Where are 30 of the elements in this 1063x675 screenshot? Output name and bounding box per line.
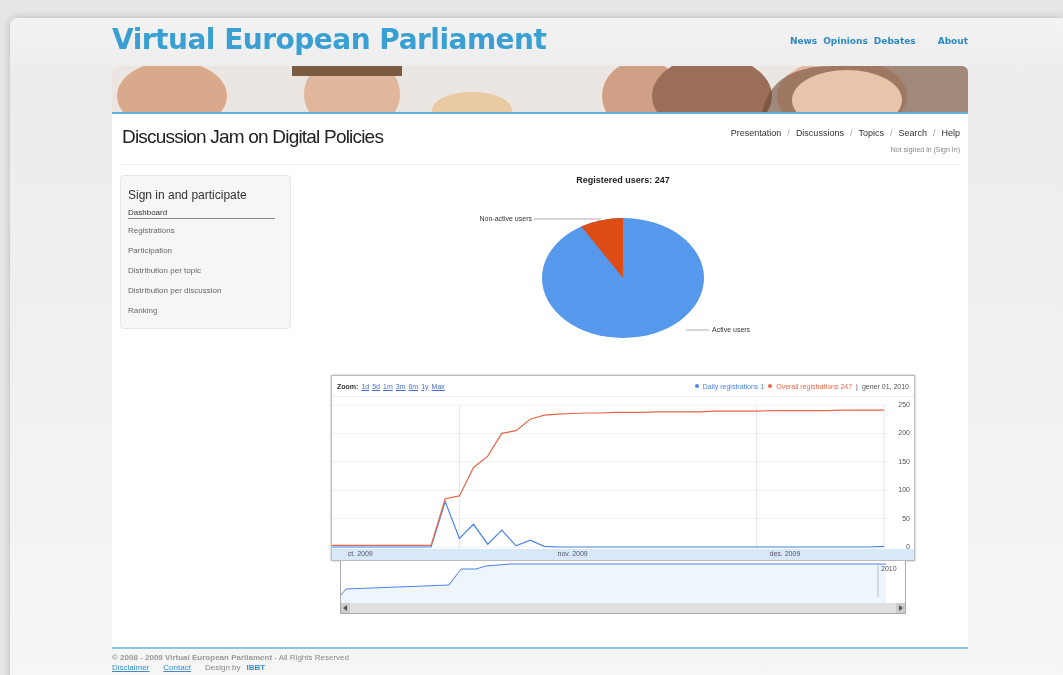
footer-link[interactable]: Disclaimer bbox=[112, 663, 150, 673]
nav-link[interactable]: Debates bbox=[873, 36, 916, 46]
nav-link[interactable]: Discussions bbox=[795, 128, 844, 138]
nav-link[interactable]: Presentation bbox=[730, 128, 782, 138]
separator: / bbox=[889, 128, 893, 138]
nav-link[interactable]: Search bbox=[898, 128, 927, 138]
credit-link[interactable]: IBBT bbox=[246, 663, 266, 673]
separator: / bbox=[932, 128, 936, 138]
sidebar-item[interactable]: Participation bbox=[128, 246, 290, 255]
sidebar-item[interactable]: Registrations bbox=[128, 226, 290, 235]
separator: / bbox=[849, 128, 853, 138]
sidebar-item[interactable]: Dashboard bbox=[128, 208, 275, 219]
nav-link[interactable]: News bbox=[789, 36, 818, 46]
leader-line bbox=[685, 329, 710, 331]
sidebar-title: Sign in and participate bbox=[128, 188, 248, 202]
nav-link[interactable]: About bbox=[937, 36, 968, 46]
leader-line bbox=[533, 218, 602, 220]
nav-link[interactable]: Topics bbox=[858, 128, 884, 138]
chart-title: Registered users: 247 bbox=[576, 175, 670, 185]
nav-link[interactable]: Opinions bbox=[823, 36, 868, 46]
copyright-text: © 2008 - 2009 Virtual European Parliament - All Rights Reserved bbox=[112, 653, 350, 663]
footer-link[interactable]: Contact bbox=[163, 663, 191, 673]
separator: / bbox=[787, 128, 790, 138]
nav-link[interactable]: Help bbox=[941, 128, 960, 138]
sidebar-item[interactable]: Ranking bbox=[128, 306, 290, 315]
credit-text: Design by bbox=[204, 663, 241, 673]
sidebar-item[interactable]: Distribution per discussion bbox=[128, 286, 290, 295]
page-title: Discussion Jam on Digital Policies bbox=[122, 126, 384, 149]
sidebar-item[interactable]: Distribution per topic bbox=[128, 266, 290, 275]
site-title: Virtual European Parliament bbox=[112, 23, 547, 56]
